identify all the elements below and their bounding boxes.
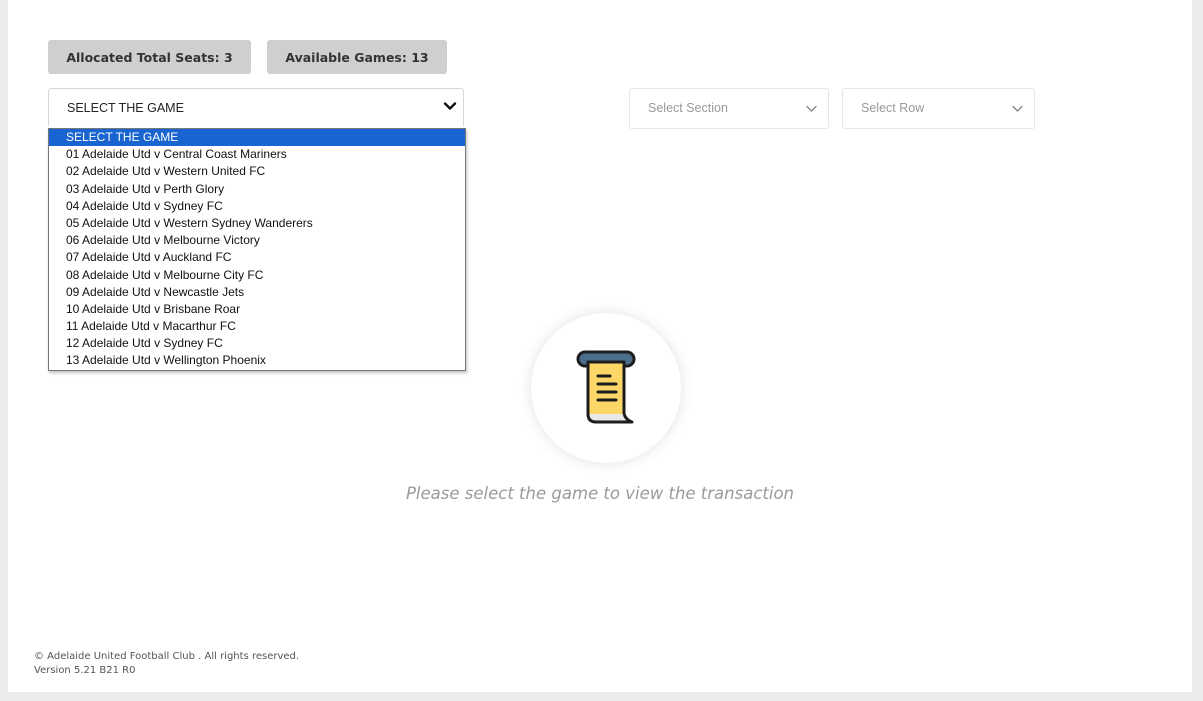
footer-copyright: © Adelaide United Football Club . All ri… — [34, 651, 300, 662]
footer-version: Version 5.21 B21 R0 — [34, 665, 136, 676]
game-select[interactable]: SELECT THE GAME — [48, 88, 464, 126]
game-option[interactable]: 08 Adelaide Utd v Melbourne City FC — [49, 267, 465, 284]
allocated-seats-badge: Allocated Total Seats: 3 — [48, 40, 251, 74]
game-options-list: SELECT THE GAME 01 Adelaide Utd v Central… — [48, 128, 466, 371]
available-games-badge: Available Games: 13 — [267, 40, 447, 74]
game-option[interactable]: 04 Adelaide Utd v Sydney FC — [49, 198, 465, 215]
game-select-value: SELECT THE GAME — [67, 101, 184, 115]
game-option[interactable]: 11 Adelaide Utd v Macarthur FC — [49, 318, 465, 335]
game-option[interactable]: 06 Adelaide Utd v Melbourne Victory — [49, 232, 465, 249]
game-option[interactable]: 07 Adelaide Utd v Auckland FC — [49, 249, 465, 266]
game-option[interactable]: 12 Adelaide Utd v Sydney FC — [49, 335, 465, 352]
row-select-placeholder: Select Row — [861, 101, 925, 115]
row-select[interactable]: Select Row — [842, 88, 1035, 129]
footer: © Adelaide United Football Club . All ri… — [34, 650, 299, 678]
main-panel: Allocated Total Seats: 3 Available Games… — [8, 0, 1192, 692]
receipt-scroll-icon — [576, 350, 636, 424]
game-option[interactable]: 05 Adelaide Utd v Western Sydney Wandere… — [49, 215, 465, 232]
empty-state-illustration — [531, 313, 681, 463]
chevron-down-icon — [443, 102, 457, 110]
game-option[interactable]: 09 Adelaide Utd v Newcastle Jets — [49, 284, 465, 301]
game-option[interactable]: 01 Adelaide Utd v Central Coast Mariners — [49, 146, 465, 163]
section-select-placeholder: Select Section — [648, 101, 728, 115]
section-select[interactable]: Select Section — [629, 88, 829, 129]
chevron-down-icon — [806, 105, 817, 112]
game-option-placeholder[interactable]: SELECT THE GAME — [49, 129, 465, 147]
empty-state-message: Please select the game to view the trans… — [405, 484, 795, 503]
game-option[interactable]: 02 Adelaide Utd v Western United FC — [49, 163, 465, 180]
game-option[interactable]: 10 Adelaide Utd v Brisbane Roar — [49, 301, 465, 318]
game-option[interactable]: 03 Adelaide Utd v Perth Glory — [49, 181, 465, 198]
game-option[interactable]: 13 Adelaide Utd v Wellington Phoenix — [49, 352, 465, 369]
chevron-down-icon — [1012, 105, 1023, 112]
